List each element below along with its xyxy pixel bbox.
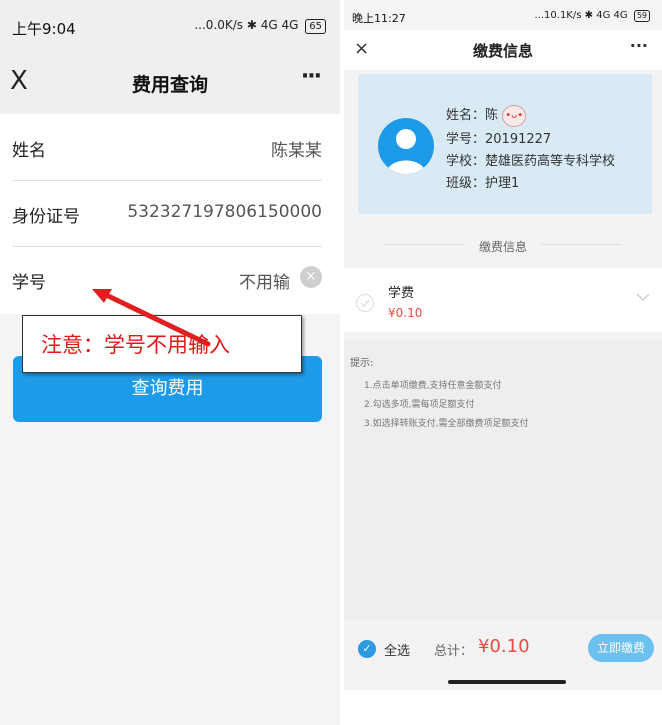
tip-item: 1.点击单项缴费,支持任意金额支付 (364, 381, 502, 391)
student-class: 班级：护理1 (446, 176, 520, 191)
status-time: 晚上11:27 (352, 12, 406, 25)
select-all-check-icon[interactable]: ✓ (358, 640, 376, 658)
annotation-arrow (92, 289, 211, 347)
tip-item: 2.勾选多项,需每项足额支付 (364, 400, 475, 410)
select-all-label[interactable]: 全选 (384, 640, 410, 659)
home-indicator[interactable] (448, 680, 566, 684)
check-icon (360, 299, 370, 307)
student-name-text: 姓名：陈 (446, 108, 499, 123)
status-bar: 晚上11:27 ...10.1K/s ✱ 4G 4G 59 (344, 0, 662, 30)
student-school: 学校：楚雄医药高等专科学校 (446, 154, 616, 169)
student-id: 学号：20191227 (446, 132, 552, 147)
student-name: 姓名：陈 •ᴗ• (446, 104, 527, 127)
section-title-text: 缴费信息 (464, 240, 541, 254)
sticker-icon: •ᴗ• (502, 104, 527, 127)
left-phone-screen: 上午9:04 ...0.0K/s ✱ 4G 4G 65 X 费用查询 ··· 姓… (0, 0, 340, 725)
user-icon (386, 129, 426, 174)
tip-item: 3.如选择转账支付,需全部缴费项足额支付 (364, 419, 529, 429)
bluetooth-icon: ✱ (584, 10, 594, 21)
fee-item[interactable]: 学费 ¥0.10 (344, 268, 662, 332)
right-phone-screen: 晚上11:27 ...10.1K/s ✱ 4G 4G 59 × 缴费信息 ···… (344, 0, 662, 690)
tips-panel: 提示: 1.点击单项缴费,支持任意金额支付 2.勾选多项,需每项足额支付 3.如… (344, 340, 662, 620)
battery-icon: 59 (633, 10, 650, 22)
total-amount: ¥0.10 (478, 636, 530, 657)
status-indicators: ...10.1K/s ✱ 4G 4G 59 (534, 10, 650, 22)
fee-amount: ¥0.10 (388, 306, 423, 320)
total-label: 总计： (434, 644, 474, 659)
avatar (378, 118, 434, 174)
fee-name: 学费 (388, 286, 415, 301)
nav-bar: × 缴费信息 ··· (344, 30, 662, 70)
pay-now-button[interactable]: 立即缴费 (588, 634, 654, 662)
checkbox-icon[interactable] (356, 294, 374, 312)
tips-heading: 提示: (350, 358, 374, 369)
network-speed: ...10.1K/s (534, 10, 582, 21)
chevron-down-icon[interactable] (636, 292, 650, 302)
page-title: 缴费信息 (472, 42, 533, 60)
more-menu-button[interactable]: ··· (630, 36, 648, 55)
student-info-card: 姓名：陈 •ᴗ• 学号：20191227 学校：楚雄医药高等专科学校 班级：护理… (358, 74, 652, 214)
signal-icon: 4G 4G (596, 10, 628, 21)
section-title: 缴费信息 (344, 236, 662, 255)
